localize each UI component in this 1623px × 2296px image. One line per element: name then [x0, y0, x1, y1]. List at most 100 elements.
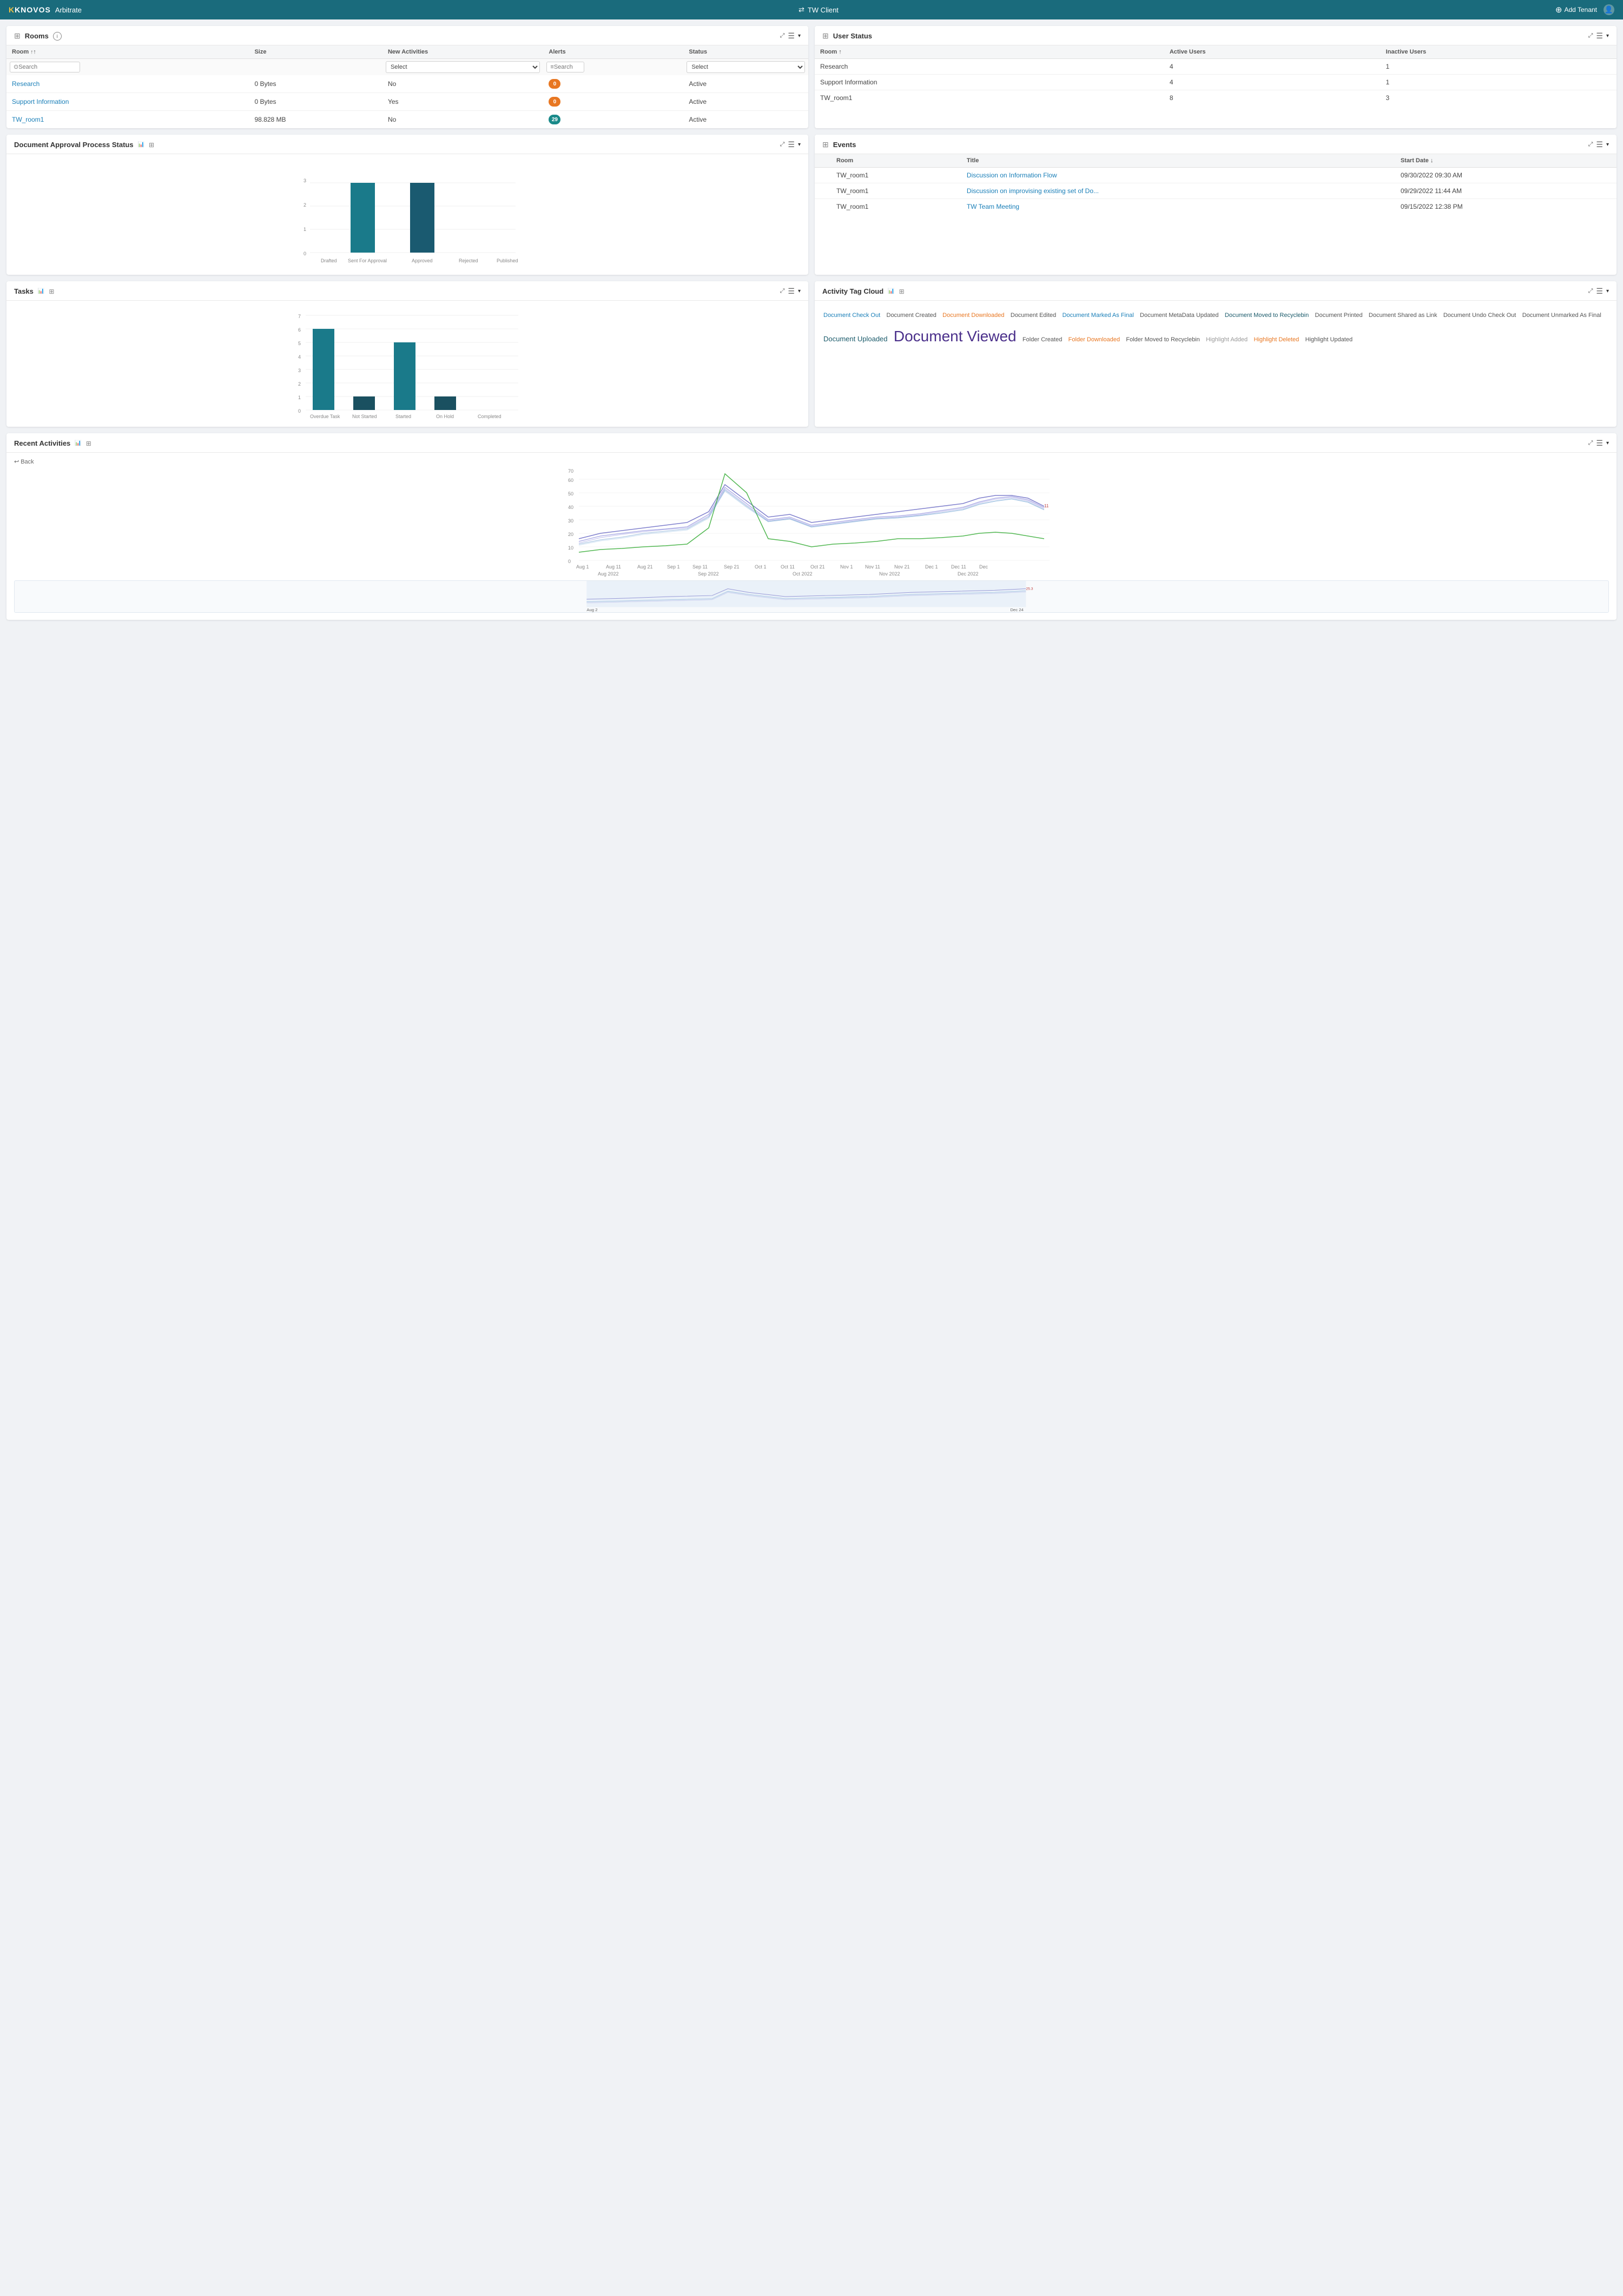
col-new-activities[interactable]: New Activities — [382, 45, 543, 59]
xl-started: Started — [395, 414, 411, 419]
ra-x-aug1: Aug 1 — [576, 564, 589, 570]
tag-item[interactable]: Folder Created — [1022, 336, 1062, 343]
approval-header: Document Approval Process Status 📊 ⊞ ⤢ ☰… — [6, 135, 808, 154]
tag-item[interactable]: Highlight Added — [1206, 336, 1248, 343]
approval-expand-icon[interactable]: ⤢ — [780, 141, 785, 148]
tasks-grid-icon[interactable]: ⊞ — [49, 288, 54, 295]
us-col-inactive[interactable]: Inactive Users — [1381, 45, 1617, 59]
tag-cloud-menu-icon[interactable]: ☰ — [1596, 287, 1603, 296]
recent-chevron[interactable]: ▾ — [1606, 440, 1609, 446]
tag-cloud-chart-icon[interactable]: 📊 — [888, 288, 894, 294]
user-account-icon[interactable]: 👤 — [1604, 4, 1614, 15]
room-link[interactable]: Support Information — [12, 98, 69, 105]
expand-icon[interactable]: ⤢ — [780, 32, 785, 39]
tag-cloud-chevron[interactable]: ▾ — [1606, 288, 1609, 294]
tag-item[interactable]: Document Downloaded — [942, 312, 1004, 319]
room-status-cell: Active — [683, 93, 808, 111]
table-view-icon[interactable]: ⊞ — [14, 31, 21, 41]
menu-icon[interactable]: ☰ — [788, 31, 795, 41]
tasks-expand-icon[interactable]: ⤢ — [780, 288, 785, 295]
tag-item[interactable]: Document Unmarked As Final — [1522, 312, 1601, 319]
tag-item[interactable]: Highlight Deleted — [1254, 336, 1299, 343]
events-expand-icon[interactable]: ⤢ — [1588, 141, 1593, 148]
rooms-info-icon[interactable]: i — [53, 32, 62, 41]
room-link[interactable]: Research — [12, 80, 39, 88]
us-inactive-cell: 1 — [1381, 75, 1617, 90]
user-status-table-icon[interactable]: ⊞ — [822, 31, 829, 41]
recent-chart-icon[interactable]: 📊 — [75, 440, 81, 446]
tasks-chevron[interactable]: ▾ — [798, 288, 801, 294]
room-search-input[interactable] — [10, 62, 80, 72]
ra-x-dec11: Dec 11 — [951, 564, 966, 570]
event-title-link[interactable]: Discussion on Information Flow — [967, 171, 1057, 179]
tasks-chart-icon[interactable]: 📊 — [38, 288, 44, 294]
approval-menu-icon[interactable]: ☰ — [788, 140, 795, 149]
approval-grid-icon[interactable]: ⊞ — [149, 141, 154, 149]
tag-item[interactable]: Document Undo Check Out — [1443, 312, 1516, 319]
ev-col-room-name[interactable]: Room — [831, 154, 961, 168]
ev-col-date[interactable]: Start Date ↓ — [1395, 154, 1617, 168]
event-title-link[interactable]: TW Team Meeting — [967, 203, 1019, 210]
user-status-expand-icon[interactable]: ⤢ — [1588, 32, 1593, 39]
tag-item[interactable]: Document Shared as Link — [1369, 312, 1437, 319]
user-status-chevron[interactable]: ▾ — [1606, 33, 1609, 39]
alerts-search-input[interactable] — [546, 62, 584, 72]
chevron-icon[interactable]: ▾ — [798, 33, 801, 39]
tag-item[interactable]: Document Created — [887, 312, 936, 319]
tag-cloud-grid-icon[interactable]: ⊞ — [899, 288, 905, 295]
tag-item[interactable]: Document Marked As Final — [1063, 312, 1134, 319]
events-table-icon[interactable]: ⊞ — [822, 140, 829, 149]
approval-chart-area: 0 1 2 3 Drafted — [6, 154, 808, 275]
events-menu-icon[interactable]: ☰ — [1596, 140, 1603, 149]
ev-col-title[interactable]: Title — [961, 154, 1395, 168]
x-rejected: Rejected — [459, 258, 478, 263]
events-chevron[interactable]: ▾ — [1606, 142, 1609, 148]
user-status-menu-icon[interactable]: ☰ — [1596, 31, 1603, 41]
tag-item[interactable]: Folder Downloaded — [1068, 336, 1120, 343]
us-col-room[interactable]: Room ↑ — [815, 45, 1164, 59]
add-tenant-button[interactable]: ⊕ Add Tenant — [1555, 5, 1597, 15]
ra-sub-dec: Dec 2022 — [958, 571, 979, 577]
tasks-menu-icon[interactable]: ☰ — [788, 287, 795, 296]
ev-room-cell: TW_room1 — [831, 168, 961, 183]
ev-room-cell: TW_room1 — [831, 183, 961, 199]
tag-item[interactable]: Document Printed — [1315, 312, 1363, 319]
us-col-active[interactable]: Active Users — [1164, 45, 1381, 59]
recent-expand-icon[interactable]: ⤢ — [1588, 440, 1593, 447]
approval-chevron[interactable]: ▾ — [798, 142, 801, 148]
tag-cloud-expand-icon[interactable]: ⤢ — [1588, 288, 1593, 295]
tag-item[interactable]: Highlight Updated — [1305, 336, 1352, 343]
events-controls: ⤢ ☰ ▾ — [1588, 140, 1609, 149]
recent-activities-mini-chart: Aug 2 Dec 24 25.3 — [14, 580, 1609, 613]
room-name-cell: Support Information — [6, 93, 249, 111]
activities-filter-select[interactable]: Select — [386, 61, 540, 73]
approval-chart-icon[interactable]: 📊 — [138, 142, 144, 148]
col-room[interactable]: Room ↑ — [6, 45, 249, 59]
rooms-table-wrapper: Room ↑ Size New Activities Alerts Status — [6, 45, 808, 128]
line-purple3 — [579, 489, 1044, 543]
back-button[interactable]: ↩ Back — [14, 458, 1609, 465]
col-size[interactable]: Size — [249, 45, 382, 59]
recent-menu-icon[interactable]: ☰ — [1596, 439, 1603, 448]
room-link[interactable]: TW_room1 — [12, 116, 44, 123]
status-filter-select[interactable]: Select — [687, 61, 805, 73]
bar-approved — [410, 183, 434, 253]
x-sent: Sent For Approval — [348, 258, 387, 263]
recent-grid-icon[interactable]: ⊞ — [86, 440, 91, 447]
tag-item[interactable]: Folder Moved to Recyclebin — [1126, 336, 1199, 343]
tag-item[interactable]: Document Edited — [1011, 312, 1056, 319]
table-row: Support Information 0 Bytes Yes 0 Active — [6, 93, 808, 111]
tag-item[interactable]: Document Moved to Recyclebin — [1225, 312, 1309, 319]
app-logo: KKNOVOS — [9, 5, 51, 14]
approval-title: Document Approval Process Status — [14, 141, 134, 149]
tag-item[interactable]: Document MetaData Updated — [1140, 312, 1219, 319]
tag-item[interactable]: Document Check Out — [823, 312, 880, 319]
col-status[interactable]: Status — [683, 45, 808, 59]
ev-icon-cell — [815, 199, 831, 215]
tag-item[interactable]: Document Viewed — [894, 328, 1017, 345]
events-title: Events — [833, 141, 856, 149]
tag-item[interactable]: Document Uploaded — [823, 335, 888, 343]
col-alerts[interactable]: Alerts — [543, 45, 683, 59]
event-title-link[interactable]: Discussion on improvising existing set o… — [967, 187, 1099, 195]
xl-overdue: Overdue Task — [310, 414, 340, 419]
